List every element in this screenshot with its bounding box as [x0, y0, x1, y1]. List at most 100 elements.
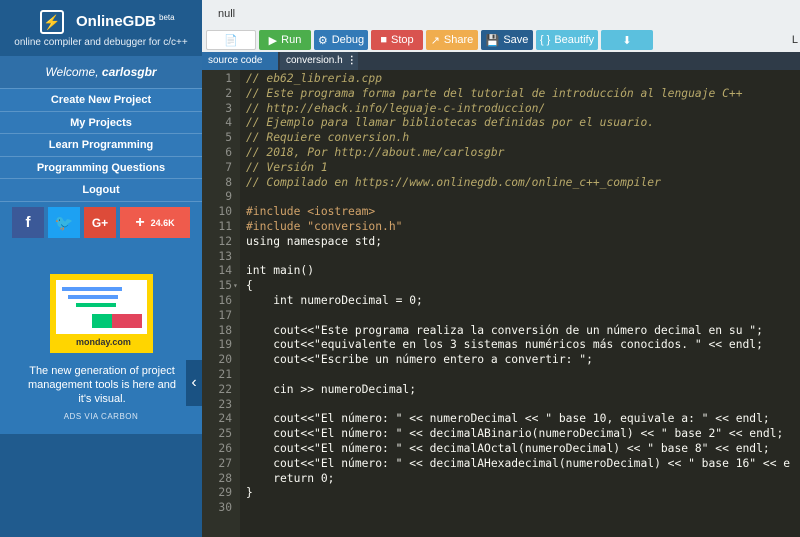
stop-label: Stop	[391, 34, 414, 46]
facebook-share-button[interactable]: f	[12, 207, 44, 239]
line-number: 19	[218, 338, 232, 352]
code-text: cout<<"Escribe un número entero a conver…	[246, 353, 593, 367]
code-line[interactable]: 16 int numeroDecimal = 0;	[202, 294, 800, 309]
code-line[interactable]: 29}	[202, 486, 800, 501]
ad-gantt-bar	[68, 295, 118, 299]
beautify-button[interactable]: { } Beautify	[536, 30, 598, 50]
code-line[interactable]: 7 // Versión 1	[202, 161, 800, 176]
brand-name: OnlineGDB	[76, 13, 157, 30]
ad-image[interactable]: monday.com	[50, 274, 153, 353]
download-button[interactable]: ⬇	[601, 30, 653, 50]
ad-text[interactable]: The new generation of project management…	[22, 364, 182, 406]
code-line[interactable]: 6 // 2018, Por http://about.me/carlosgbr	[202, 146, 800, 161]
debug-label: Debug	[331, 34, 365, 46]
line-number: 8	[225, 175, 232, 189]
toolbar: 📄 ▶ Run ⚙ Debug ■ Stop ↗ Share 💾 Save { } Beau…	[206, 30, 653, 50]
line-number: 29	[218, 486, 232, 500]
download-icon: ⬇	[622, 34, 632, 47]
code-line[interactable]: 26 cout<<"El número: " << decimalAOctal(…	[202, 442, 800, 457]
twitter-icon: 🐦	[54, 214, 74, 232]
debug-icon: ⚙	[317, 34, 328, 47]
brand-header[interactable]: ⚡ OnlineGDB beta online compiler and debu…	[0, 0, 202, 56]
code-text: using namespace std;	[246, 234, 383, 248]
code-line[interactable]: 28 return 0;	[202, 472, 800, 487]
share-icon: ↗	[430, 34, 440, 47]
code-line[interactable]: 11 #include "conversion.h"	[202, 220, 800, 235]
language-select[interactable]: L	[792, 34, 798, 46]
stop-button[interactable]: ■ Stop	[371, 30, 423, 50]
play-icon: ▶	[268, 34, 278, 47]
code-text: return 0;	[246, 471, 335, 485]
code-line[interactable]: 13	[202, 250, 800, 265]
kebab-menu-icon[interactable]: ⋮	[347, 55, 357, 66]
code-line[interactable]: 14 int main()	[202, 264, 800, 279]
nav-logout[interactable]: Logout	[0, 178, 202, 201]
code-line[interactable]: 20 cout<<"Escribe un número entero a con…	[202, 353, 800, 368]
ad-status-block	[92, 314, 112, 328]
code-line[interactable]: 30	[202, 501, 800, 516]
tab-source-code[interactable]: source code	[202, 52, 278, 70]
code-text: cout<<"El número: " << numeroDecimal << …	[246, 412, 770, 426]
file-tabs: source code conversion.h ⋮	[202, 52, 800, 70]
code-line[interactable]: 18 cout<<"Este programa realiza la conve…	[202, 324, 800, 339]
code-line[interactable]: 9	[202, 190, 800, 205]
line-number: 17	[218, 308, 232, 322]
code-text: cin >> numeroDecimal;	[246, 382, 417, 396]
code-line[interactable]: 3 // http://ehack.info/leguaje-c-introduc…	[202, 102, 800, 117]
share-button[interactable]: ↗ Share	[426, 30, 478, 50]
line-number: 26	[218, 442, 232, 455]
line-number: 18	[218, 323, 232, 337]
code-line[interactable]: 2 // Este programa forma parte del tutori…	[202, 87, 800, 102]
line-number: 3	[225, 101, 232, 115]
save-button[interactable]: 💾 Save	[481, 30, 533, 50]
twitter-share-button[interactable]: 🐦	[48, 207, 80, 239]
collapse-sidebar-button[interactable]: ‹	[186, 360, 202, 406]
ads-via-carbon[interactable]: ADS VIA CARBON	[0, 412, 202, 421]
code-line[interactable]: 10 #include <iostream>	[202, 205, 800, 220]
code-editor[interactable]: 1 // eb62_libreria.cpp 2 // Este programa f…	[202, 70, 800, 537]
code-line[interactable]: 1 // eb62_libreria.cpp	[202, 72, 800, 87]
code-line[interactable]: 17	[202, 309, 800, 324]
line-number: 22	[218, 382, 232, 396]
code-line[interactable]: 21	[202, 368, 800, 383]
monday-logo: monday.com	[76, 337, 131, 347]
code-line[interactable]: 8 // Compilado en https://www.onlinegdb.c…	[202, 176, 800, 191]
code-text: cout<<"El número: " << decimalAHexadecim…	[246, 456, 791, 470]
code-line[interactable]: 12 using namespace std;	[202, 235, 800, 250]
line-number: 16	[218, 294, 232, 307]
tab-label: conversion.h	[286, 55, 343, 66]
nav-programming-questions[interactable]: Programming Questions	[0, 155, 202, 179]
code-line[interactable]: 15 ▾ {	[202, 279, 800, 294]
code-text: cout<<"El número: " << decimalABinario(n…	[246, 427, 784, 441]
ad-gantt-bar	[76, 303, 116, 307]
nav-learn-programming[interactable]: Learn Programming	[0, 133, 202, 156]
line-number: 23	[218, 397, 232, 411]
chevron-left-icon: ‹	[191, 374, 197, 391]
code-line[interactable]: 27 cout<<"El número: " << decimalAHexade…	[202, 457, 800, 472]
nav-my-projects[interactable]: My Projects	[0, 110, 202, 134]
code-line[interactable]: 19 cout<<"equivalente en los 3 sistemas …	[202, 338, 800, 353]
code-line[interactable]: 4 // Ejemplo para llamar bibliotecas defi…	[202, 116, 800, 131]
code-text: // eb62_libreria.cpp	[246, 72, 383, 85]
nav-create-new-project[interactable]: Create New Project	[0, 88, 202, 111]
line-number: 21	[218, 368, 232, 381]
sidebar-footer	[0, 434, 202, 537]
carbon-ad[interactable]: monday.com The new generation of project…	[0, 262, 202, 434]
debug-button[interactable]: ⚙ Debug	[314, 30, 368, 50]
tab-conversion-h[interactable]: conversion.h ⋮	[280, 52, 358, 70]
line-number: 2	[225, 86, 232, 100]
line-number: 24	[218, 412, 232, 426]
file-button[interactable]: 📄	[206, 30, 256, 50]
ad-gantt-bar	[62, 287, 122, 291]
brand-tagline: online compiler and debugger for c/c++	[14, 37, 188, 48]
fold-arrow-icon[interactable]: ▾	[233, 279, 238, 294]
code-line[interactable]: 23	[202, 398, 800, 413]
share-count-button[interactable]: +24.6K	[120, 207, 190, 239]
run-button[interactable]: ▶ Run	[259, 30, 311, 50]
code-line[interactable]: 5 // Requiere conversion.h	[202, 131, 800, 146]
code-line[interactable]: 22 cin >> numeroDecimal;	[202, 383, 800, 398]
beautify-label: Beautify	[554, 34, 595, 46]
code-line[interactable]: 24 cout<<"El número: " << numeroDecimal …	[202, 412, 800, 427]
google-plus-share-button[interactable]: G+	[84, 207, 116, 239]
code-line[interactable]: 25 cout<<"El número: " << decimalABinari…	[202, 427, 800, 442]
